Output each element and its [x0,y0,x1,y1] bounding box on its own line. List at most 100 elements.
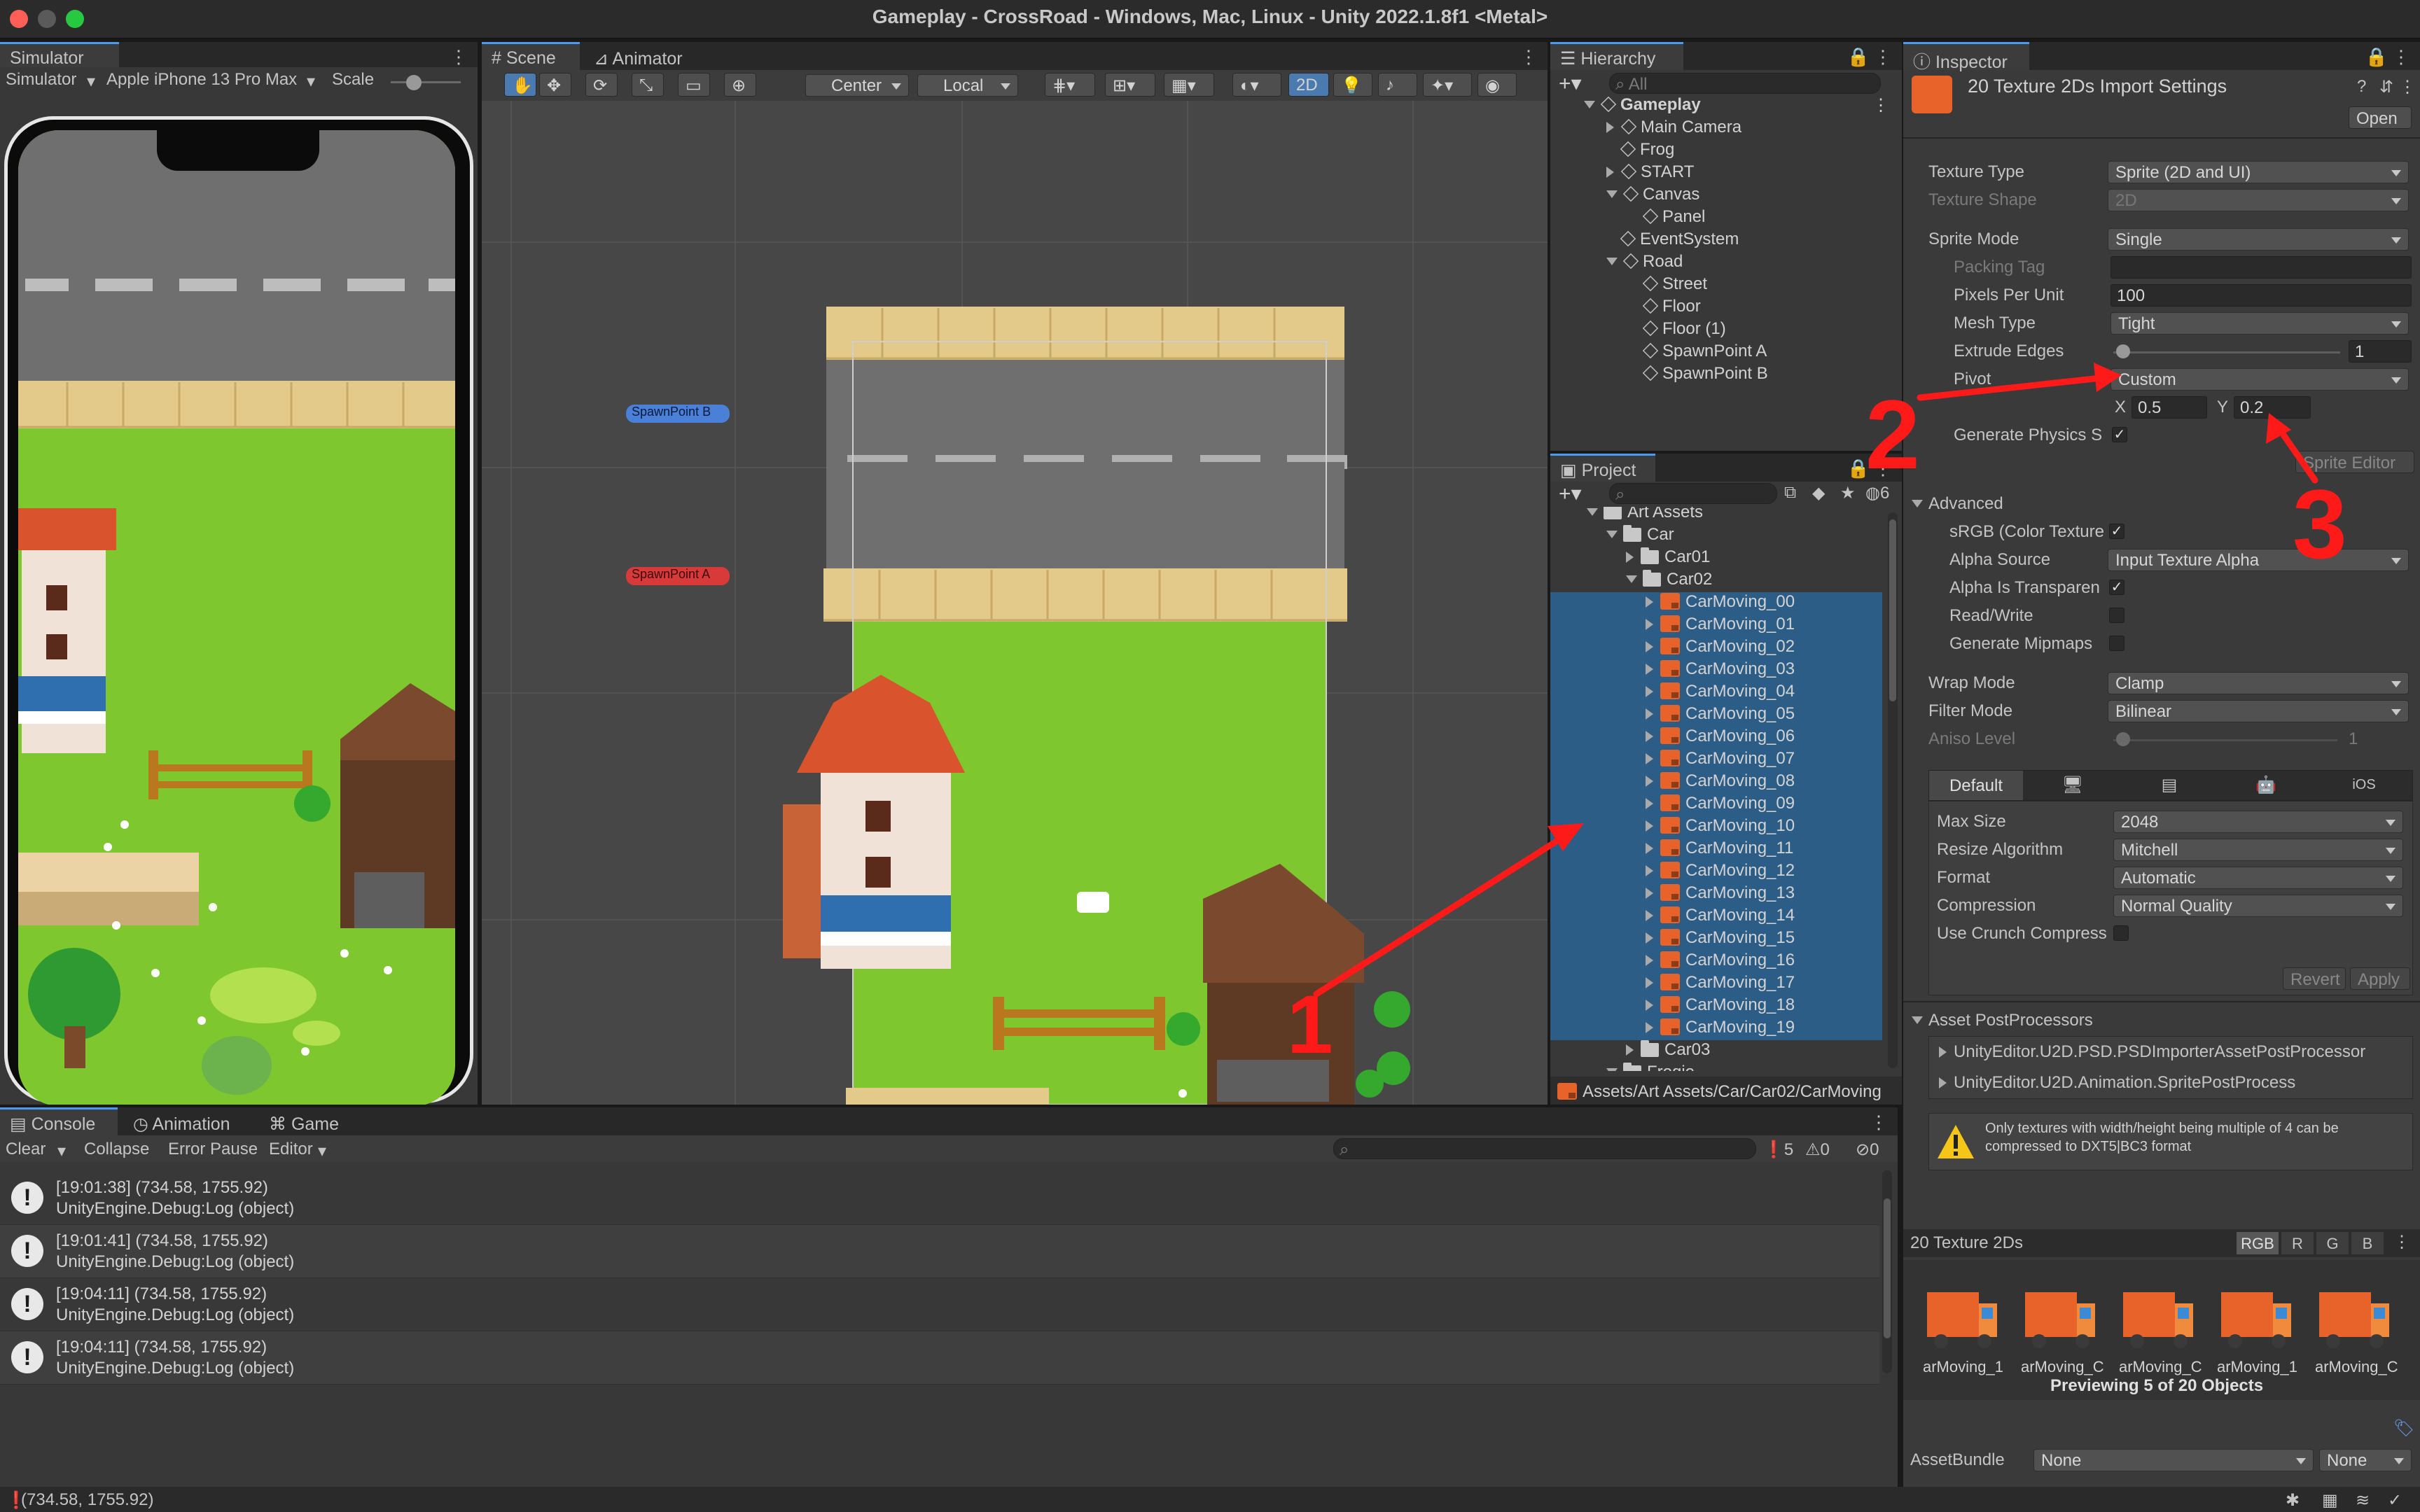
hierarchy-item[interactable]: Frog [1550,140,1902,162]
chevron-down-icon[interactable]: ▾ [57,1141,66,1161]
hierarchy-item[interactable]: Gameplay ⋮ [1550,95,1902,118]
platform-tab-android[interactable]: 🤖 [2219,771,2313,800]
chevron-down-icon[interactable] [1626,575,1637,583]
chevron-right-icon[interactable] [1646,888,1653,899]
chevron-right-icon[interactable] [1646,664,1653,675]
chevron-right-icon[interactable] [1646,776,1653,787]
project-sprite-item[interactable]: CarMoving_19 [1550,1018,1882,1040]
grid-visibility-icon[interactable]: ▦▾ [1164,73,1214,97]
compression-dropdown[interactable]: Normal Quality [2113,895,2403,917]
srgb-checkbox[interactable]: ✓ [2109,524,2125,539]
chevron-right-icon[interactable] [1646,708,1653,720]
chevron-down-icon[interactable] [1606,258,1618,265]
project-sprite-item[interactable]: CarMoving_15 [1550,928,1882,951]
platform-tab-default[interactable]: Default [1929,771,2023,800]
hierarchy-item[interactable]: Main Camera [1550,118,1902,140]
apply-button[interactable]: Apply [2350,967,2410,990]
chevron-right-icon[interactable] [1646,1022,1653,1033]
rotate-tool-icon[interactable]: ⟳ [585,73,618,97]
hierarchy-item[interactable]: SpawnPoint B [1550,364,1902,386]
mode-2d-button[interactable]: 2D [1288,73,1329,97]
kebab-menu-icon[interactable]: ⋮ [2392,46,2410,68]
chevron-right-icon[interactable] [1646,619,1653,630]
visibility-icon[interactable]: ◉ [1477,73,1517,97]
kebab-menu-icon[interactable]: ⋮ [2399,77,2416,97]
tab-hierarchy[interactable]: ☰ Hierarchy [1550,42,1683,70]
car-thumbnail[interactable] [2316,1285,2392,1352]
extrude-slider-handle[interactable] [2116,344,2130,358]
chevron-right-icon[interactable] [1646,1000,1653,1011]
mesh-type-dropdown[interactable]: Tight [2110,312,2409,335]
revert-button[interactable]: Revert [2283,967,2346,990]
chevron-right-icon[interactable] [1646,865,1653,876]
channel-g-button[interactable]: G [2316,1232,2349,1254]
channel-b-button[interactable]: B [2351,1232,2384,1254]
filter-mode-dropdown[interactable]: Bilinear [2108,700,2409,722]
tab-animation[interactable]: ◷ Animation [123,1107,253,1135]
kebab-menu-icon[interactable]: ⋮ [1520,46,1538,68]
tab-scene[interactable]: # Scene [482,42,580,70]
project-sprite-item[interactable]: CarMoving_06 [1550,727,1882,749]
hierarchy-item[interactable]: Floor [1550,297,1902,319]
rect-tool-icon[interactable]: ▭ [678,73,710,97]
chevron-right-icon[interactable] [1646,955,1653,966]
help-icon[interactable]: ? [2357,77,2366,97]
project-sprite-item[interactable]: CarMoving_11 [1550,839,1882,861]
postprocessor-item[interactable]: UnityEditor.U2D.PSD.PSDImporterAssetPost… [1939,1042,2365,1062]
project-sprite-item[interactable]: CarMoving_09 [1550,794,1882,816]
settings-icon[interactable]: ⇵ [2379,77,2393,97]
error-pause-button[interactable]: Error Pause [168,1140,258,1159]
pivot-dropdown[interactable]: Custom [2110,368,2409,391]
console-scrollbar[interactable] [1882,1170,1892,1373]
chevron-right-icon[interactable] [1646,731,1653,742]
project-sprite-item[interactable]: CarMoving_13 [1550,883,1882,906]
lock-icon[interactable]: 🔒 [1847,46,1870,68]
scene-view[interactable] [482,101,1548,1105]
hand-tool-icon[interactable]: ✋ [504,73,536,97]
postprocessor-item[interactable]: UnityEditor.U2D.Animation.SpritePostProc… [1939,1073,2295,1093]
spawn-point-a-label[interactable]: SpawnPoint A [632,567,710,582]
hierarchy-item[interactable]: Floor (1) [1550,319,1902,342]
kebab-menu-icon[interactable]: ⋮ [2393,1232,2410,1252]
alpha-source-dropdown[interactable]: Input Texture Alpha [2108,549,2409,571]
console-search-input[interactable]: ⌕ [1333,1138,1756,1159]
hierarchy-item[interactable]: START [1550,162,1902,185]
car-thumbnail[interactable] [2022,1285,2098,1352]
open-button[interactable]: Open [2349,106,2412,129]
tab-console[interactable]: ▤ Console [0,1107,118,1135]
pivot-dropdown[interactable]: Center [805,74,909,97]
project-sprite-item[interactable]: CarMoving_00 [1550,592,1882,615]
generate-physics-checkbox[interactable]: ✓ [2112,427,2127,442]
hierarchy-item[interactable]: Canvas [1550,185,1902,207]
chevron-right-icon[interactable] [1646,686,1653,697]
layers-icon[interactable]: ≋ [2356,1490,2370,1511]
project-folder-item[interactable]: Frogie [1550,1063,1882,1071]
kebab-menu-icon[interactable]: ⋮ [1872,95,1889,115]
assetbundle-dropdown[interactable]: None [2033,1449,2314,1471]
project-folder-item[interactable]: Car02 [1550,570,1882,592]
add-asset-icon[interactable]: +▾ [1559,482,1582,506]
hierarchy-item[interactable]: Panel [1550,207,1902,230]
draw-mode-icon[interactable]: ◐▾ [1232,73,1281,97]
lighting-icon[interactable]: 💡 [1333,73,1372,97]
max-size-dropdown[interactable]: 2048 [2113,811,2403,833]
car-thumbnail[interactable] [2218,1285,2294,1352]
texture-type-dropdown[interactable]: Sprite (2D and UI) [2108,161,2409,183]
project-sprite-item[interactable]: CarMoving_07 [1550,749,1882,771]
collapse-button[interactable]: Collapse [84,1140,149,1159]
project-sprite-item[interactable]: CarMoving_01 [1550,615,1882,637]
search-by-label-icon[interactable]: ◆ [1812,483,1825,503]
add-icon[interactable]: +▾ [1559,71,1582,96]
extrude-edges-field[interactable]: 1 [2349,340,2412,363]
chevron-down-icon[interactable] [1587,508,1598,516]
kebab-menu-icon[interactable]: ⋮ [1874,46,1892,68]
editor-dropdown[interactable]: Editor [269,1140,313,1159]
audio-icon[interactable]: ♪ [1378,73,1417,97]
scale-tool-icon[interactable]: ⤡ [632,73,664,97]
device-dropdown[interactable]: Apple iPhone 13 Pro Max [106,70,297,90]
console-scrollbar-thumb[interactable] [1884,1198,1891,1338]
hierarchy-item[interactable]: SpawnPoint A [1550,342,1902,364]
project-sprite-item[interactable]: CarMoving_04 [1550,682,1882,704]
scale-slider-track[interactable] [391,81,461,83]
project-folder-item[interactable]: Car03 [1550,1040,1882,1063]
